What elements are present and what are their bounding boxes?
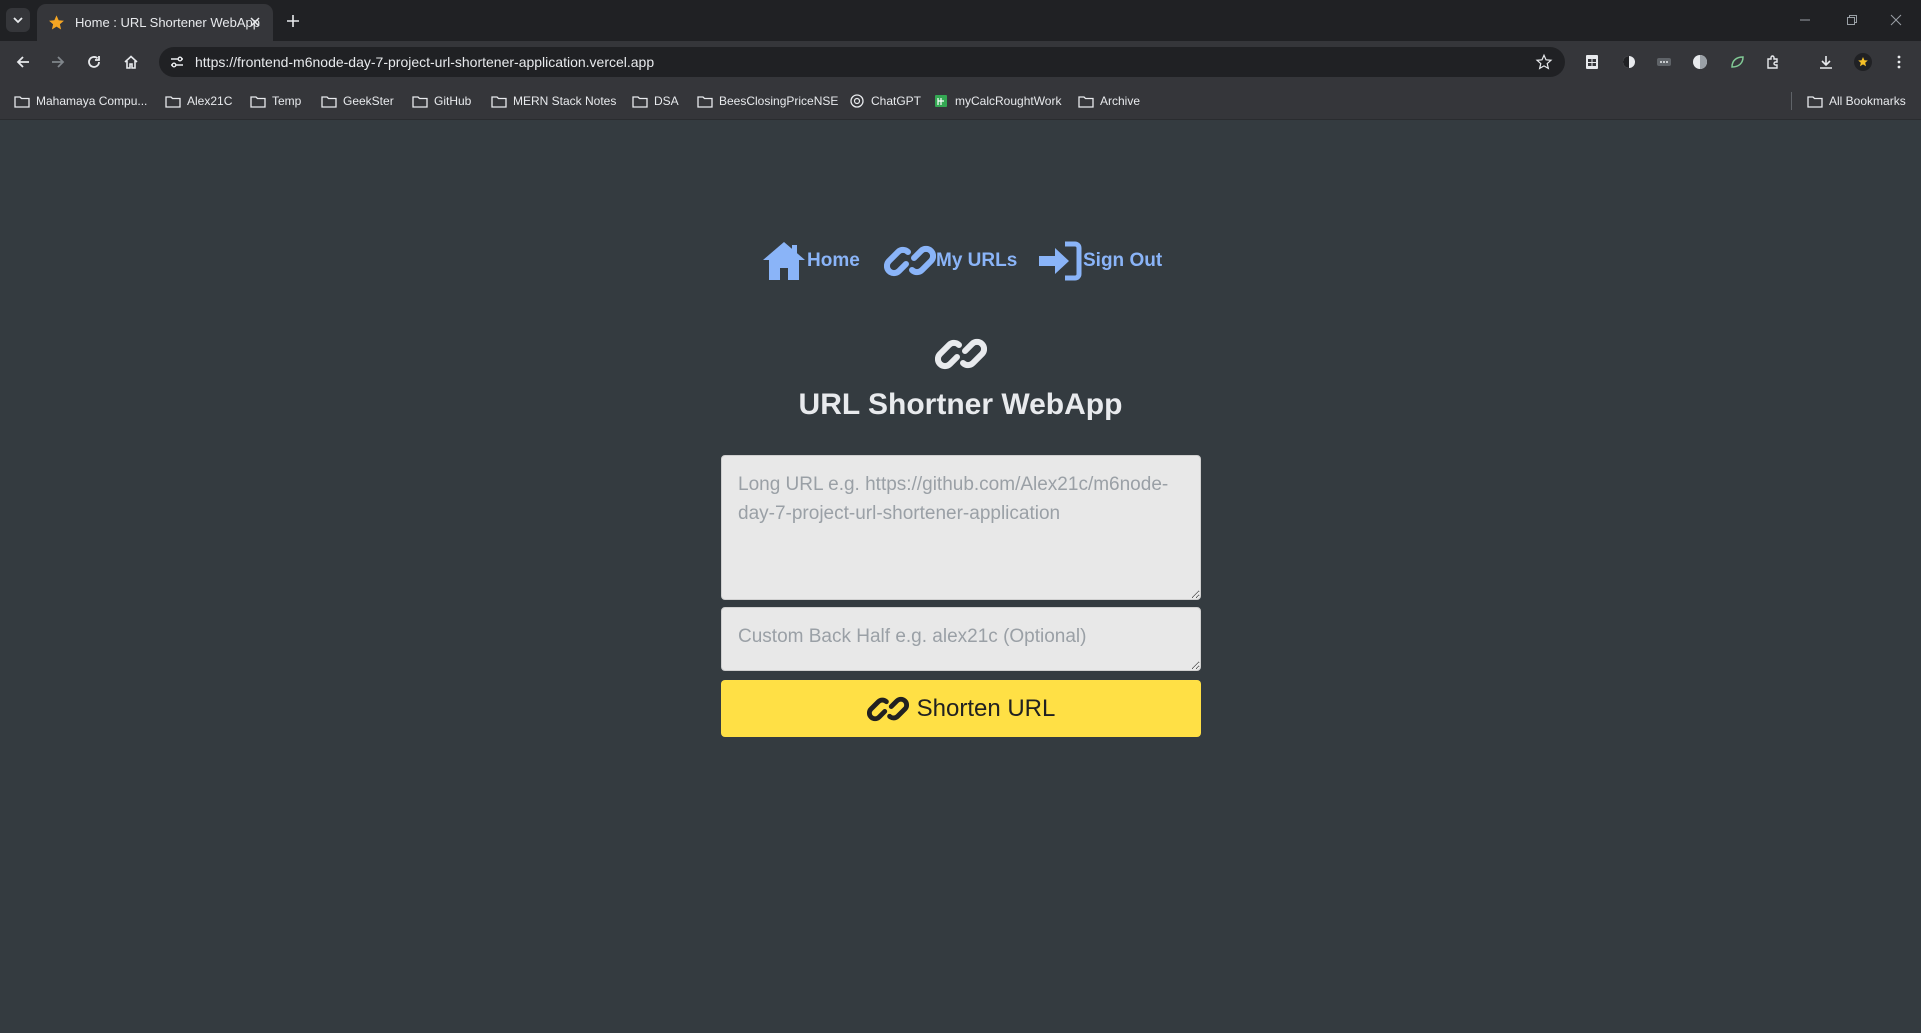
folder-icon (1078, 94, 1094, 108)
nav-my-urls-link[interactable]: My URLs (884, 237, 1017, 285)
tab-strip: Home : URL Shortener WebApp (0, 0, 1921, 41)
profile-avatar[interactable] (1854, 53, 1872, 71)
page-content: Home My URLs Sign Out URL Shortner WebAp… (0, 120, 1921, 1033)
bookmark-item[interactable]: DSA (632, 92, 679, 110)
back-button[interactable] (11, 50, 35, 74)
nav-my-urls-label: My URLs (936, 250, 1018, 271)
home-icon (763, 242, 805, 280)
kebab-menu-icon[interactable] (1890, 53, 1908, 71)
bookmark-label: GeekSter (343, 94, 394, 108)
leaf-extension-icon[interactable] (1728, 53, 1746, 71)
tab-search-button[interactable] (6, 8, 30, 32)
bookmark-item[interactable]: BeesClosingPriceNSE (697, 92, 838, 110)
bookmark-label: Alex21C (187, 94, 233, 108)
sheets-icon (933, 94, 949, 108)
close-tab-icon[interactable] (247, 14, 263, 30)
long-url-input[interactable] (721, 455, 1201, 600)
bookmark-item[interactable]: Alex21C (165, 92, 232, 110)
close-window-button[interactable] (1884, 8, 1908, 32)
new-tab-button[interactable] (283, 11, 303, 31)
bookmark-label: DSA (654, 94, 679, 108)
bookmark-label: myCalcRoughtWork (955, 94, 1062, 108)
arrow-left-icon (16, 56, 29, 68)
plus-icon (287, 15, 299, 27)
folder-icon (412, 94, 428, 108)
shorten-url-label: Shorten URL (916, 694, 1056, 722)
bookmark-label: MERN Stack Notes (513, 94, 617, 108)
address-bar[interactable]: https://frontend-m6node-day-7-project-ur… (159, 47, 1565, 77)
app-nav: Home My URLs Sign Out (0, 237, 1921, 285)
dark-mode-extension-icon[interactable] (1620, 53, 1638, 71)
bookmark-label: GitHub (434, 94, 472, 108)
app-title: URL Shortner WebApp (798, 388, 1123, 421)
link-icon (866, 696, 909, 721)
minimize-icon (1800, 19, 1810, 21)
folder-icon (697, 94, 713, 108)
forward-button[interactable] (46, 50, 70, 74)
bookmark-label: Archive (1100, 94, 1141, 108)
all-bookmarks-label: All Bookmarks (1829, 94, 1906, 108)
site-settings-icon[interactable] (169, 54, 185, 70)
chatgpt-icon (849, 94, 865, 108)
link-icon (884, 245, 936, 277)
nav-sign-out-link[interactable]: Sign Out (1037, 237, 1162, 285)
close-icon (1890, 14, 1902, 26)
nav-home-link[interactable]: Home (761, 237, 860, 285)
bookmark-label: ChatGPT (871, 94, 922, 108)
all-bookmarks-button[interactable]: All Bookmarks (1807, 92, 1906, 110)
restore-button[interactable] (1840, 8, 1864, 32)
folder-icon (14, 94, 30, 108)
bookmark-item[interactable]: Temp (250, 92, 301, 110)
bookmark-label: Mahamaya Compu... (36, 94, 148, 108)
bookmark-label: BeesClosingPriceNSE (719, 94, 839, 108)
star-favicon-icon (49, 15, 64, 30)
link-logo-icon (935, 338, 987, 370)
folder-icon (491, 94, 507, 108)
restore-icon (1847, 15, 1857, 25)
bookmark-item[interactable]: GitHub (412, 92, 471, 110)
active-tab[interactable]: Home : URL Shortener WebApp (37, 4, 273, 41)
bookmark-item[interactable]: Archive (1078, 92, 1140, 110)
bookmarks-bar: Mahamaya Compu... Alex21C Temp GeekSter … (0, 83, 1921, 120)
folder-icon (250, 94, 266, 108)
reload-icon (88, 56, 100, 68)
folder-icon (632, 94, 648, 108)
bookmark-item[interactable]: GeekSter (321, 92, 394, 110)
folder-icon (1807, 94, 1823, 108)
chevron-down-icon (13, 17, 23, 24)
home-button[interactable] (119, 50, 143, 74)
folder-icon (321, 94, 337, 108)
sign-in-icon (1039, 241, 1082, 281)
minimize-button[interactable] (1793, 8, 1817, 32)
folder-icon (165, 94, 181, 108)
bookmark-star-icon[interactable] (1535, 53, 1553, 71)
shorten-url-button[interactable]: Shorten URL (721, 680, 1201, 737)
custom-back-half-input[interactable] (721, 607, 1201, 671)
bookmarks-divider (1791, 92, 1792, 110)
url-text[interactable]: https://frontend-m6node-day-7-project-ur… (195, 54, 654, 70)
more-extension-icon[interactable] (1655, 53, 1673, 71)
bookmark-item[interactable]: MERN Stack Notes (491, 92, 616, 110)
bookmark-item[interactable]: ChatGPT (849, 92, 921, 110)
arrow-right-icon (52, 56, 65, 68)
extensions-puzzle-icon[interactable] (1764, 53, 1782, 71)
sheets-extension-icon[interactable] (1583, 53, 1601, 71)
bookmark-item[interactable]: myCalcRoughtWork (933, 92, 1061, 110)
reload-button[interactable] (82, 50, 106, 74)
download-icon[interactable] (1817, 53, 1835, 71)
tab-title: Home : URL Shortener WebApp (75, 15, 260, 30)
bookmark-label: Temp (272, 94, 302, 108)
nav-sign-out-label: Sign Out (1083, 250, 1163, 271)
home-icon (124, 55, 138, 69)
nav-home-label: Home (807, 250, 860, 271)
contrast-extension-icon[interactable] (1691, 53, 1709, 71)
browser-toolbar: https://frontend-m6node-day-7-project-ur… (0, 41, 1921, 83)
bookmark-item[interactable]: Mahamaya Compu... (14, 92, 147, 110)
